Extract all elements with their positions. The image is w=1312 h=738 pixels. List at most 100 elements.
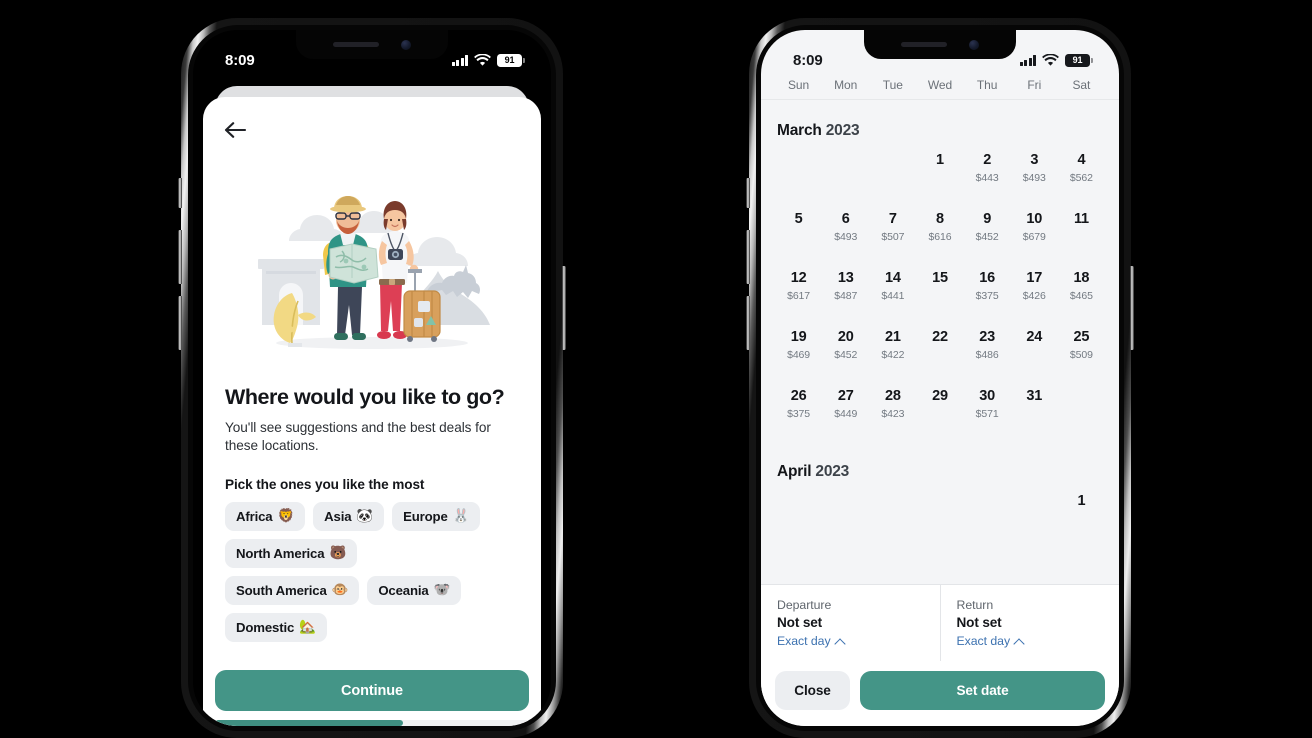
calendar-day-number: 7 <box>888 211 897 227</box>
calendar-day-price: $452 <box>975 230 999 243</box>
calendar-day-number: 25 <box>1073 329 1090 345</box>
calendar-day-cell[interactable]: 2 $443 <box>964 146 1011 205</box>
region-chip-label: Oceania <box>378 582 429 598</box>
calendar-day-number: 30 <box>979 388 995 404</box>
calendar-day-cell[interactable]: 24 <box>1011 323 1058 382</box>
weekday-label: Sat <box>1072 78 1091 92</box>
calendar-day-price: $562 <box>1069 171 1093 184</box>
calendar-day-cell[interactable]: 8 $616 <box>916 205 963 264</box>
month-grid: 1 <box>775 487 1105 546</box>
calendar-day-cell[interactable]: 28 $423 <box>869 382 916 441</box>
calendar-day-cell[interactable]: 17 $426 <box>1011 264 1058 323</box>
calendar-day-cell[interactable]: 11 <box>1058 205 1105 264</box>
volume-down-button[interactable] <box>178 296 182 350</box>
calendar-day-cell[interactable]: 4 $562 <box>1058 146 1105 205</box>
front-camera-icon <box>969 39 979 50</box>
calendar-day-number: 29 <box>932 388 948 404</box>
region-chip[interactable]: Oceania 🐨 <box>367 575 462 605</box>
month-title: April 2023 <box>775 441 1105 487</box>
calendar-day-number: 4 <box>1077 152 1086 168</box>
mute-switch[interactable] <box>178 178 182 208</box>
calendar-day-price: $423 <box>881 407 905 420</box>
calendar-day-number: 21 <box>884 329 901 345</box>
calendar-day-cell[interactable]: 15 <box>916 264 963 323</box>
action-bar: Close Set date <box>761 661 1119 726</box>
region-chip-label: Europe <box>403 508 448 524</box>
region-chip[interactable]: South America 🐵 <box>225 575 360 605</box>
back-arrow-icon[interactable] <box>223 119 249 141</box>
calendar-day-cell[interactable]: 7 $507 <box>869 205 916 264</box>
page-subtitle: You'll see suggestions and the best deal… <box>225 420 491 453</box>
calendar-day-number: 28 <box>884 388 901 404</box>
calendar-day-cell[interactable]: 1 <box>916 146 963 205</box>
calendar-day-number: 23 <box>979 329 995 345</box>
calendar-day-price: $375 <box>975 289 999 302</box>
calendar-day-price: $616 <box>928 230 952 243</box>
return-field[interactable]: Return Not set Exact day <box>939 585 1120 661</box>
calendar-day-cell[interactable]: 30 $571 <box>964 382 1011 441</box>
calendar-day-cell[interactable]: 9 $452 <box>964 205 1011 264</box>
calendar-day-cell[interactable]: 18 $465 <box>1058 264 1105 323</box>
region-chip-emoji: 🐻 <box>329 545 347 561</box>
mute-switch[interactable] <box>746 178 750 208</box>
calendar-day-price: $465 <box>1069 289 1093 302</box>
calendar-day-cell[interactable]: 5 <box>775 205 822 264</box>
calendar-day-cell[interactable]: 22 <box>916 323 963 382</box>
calendar-day-number: 3 <box>1030 152 1039 168</box>
calendar-day-cell[interactable]: 12 $617 <box>775 264 822 323</box>
calendar-day-cell[interactable]: 21 $422 <box>869 323 916 382</box>
calendar-day-price: $487 <box>834 289 858 302</box>
calendar-scroll-area[interactable]: March 2023 1 2 $443 3 $493 4 $562 5 6 $493 7 $507 8 $6… <box>761 100 1119 584</box>
continue-button[interactable]: Continue <box>215 670 529 711</box>
region-chip-list: Africa 🦁 Asia 🐼 Europe 🐰 North America 🐻 South A… <box>225 501 487 642</box>
region-chip[interactable]: Asia 🐼 <box>313 501 385 531</box>
volume-up-button[interactable] <box>178 230 182 284</box>
calendar-day-cell[interactable]: 6 $493 <box>822 205 869 264</box>
calendar-day-cell[interactable]: 29 <box>916 382 963 441</box>
region-chip[interactable]: Domestic 🏡 <box>225 612 327 642</box>
volume-up-button[interactable] <box>746 230 750 284</box>
calendar-day-cell[interactable]: 16 $375 <box>964 264 1011 323</box>
calendar-day-number: 10 <box>1026 211 1043 227</box>
month-name: March <box>777 122 822 139</box>
calendar-day-cell[interactable]: 25 $509 <box>1058 323 1105 382</box>
calendar-day-cell[interactable]: 31 <box>1011 382 1058 441</box>
pick-label: Pick the ones you like the most <box>225 476 425 492</box>
departure-field[interactable]: Departure Not set Exact day <box>761 585 940 661</box>
weekday-label: Wed <box>927 78 953 92</box>
calendar-day-cell[interactable]: 1 <box>1058 487 1105 546</box>
volume-down-button[interactable] <box>746 296 750 350</box>
power-button[interactable] <box>562 266 566 350</box>
departure-label: Departure <box>777 598 832 612</box>
calendar-day-cell[interactable]: 23 $486 <box>964 323 1011 382</box>
calendar-day-cell[interactable]: 27 $449 <box>822 382 869 441</box>
wifi-icon <box>1042 53 1059 66</box>
calendar-day-number: 6 <box>841 211 850 227</box>
calendar-day-number: 9 <box>983 211 992 227</box>
page-title: Where would you like to go? <box>225 385 505 409</box>
calendar-day-price: $507 <box>881 230 905 243</box>
onboarding-card: Where would you like to go? You'll see s… <box>203 97 541 726</box>
region-chip[interactable]: Europe 🐰 <box>392 501 481 531</box>
calendar-day-cell[interactable]: 26 $375 <box>775 382 822 441</box>
calendar-day-cell[interactable]: 3 $493 <box>1011 146 1058 205</box>
calendar-day-cell[interactable]: 19 $469 <box>775 323 822 382</box>
calendar-day-cell[interactable]: 20 $452 <box>822 323 869 382</box>
calendar-day-cell[interactable]: 14 $441 <box>869 264 916 323</box>
calendar-day-price: $441 <box>881 289 905 302</box>
departure-exact-day-toggle[interactable]: Exact day <box>777 634 845 648</box>
calendar-day-number: 1 <box>1077 493 1086 509</box>
power-button[interactable] <box>1130 266 1134 350</box>
calendar-day-price: $571 <box>975 407 999 420</box>
region-chip[interactable]: North America 🐻 <box>225 538 358 568</box>
calendar-day-cell[interactable]: 13 $487 <box>822 264 869 323</box>
calendar-day-price: $449 <box>834 407 858 420</box>
region-chip[interactable]: Africa 🦁 <box>225 501 306 531</box>
month-grid: 1 2 $443 3 $493 4 $562 5 6 $493 7 $507 8 $616 9 $452 10 $… <box>775 146 1105 441</box>
set-date-button[interactable]: Set date <box>860 671 1105 710</box>
return-exact-day-toggle[interactable]: Exact day <box>957 634 1025 648</box>
battery-icon: 91 <box>1065 53 1093 67</box>
close-button[interactable]: Close <box>775 671 850 710</box>
calendar-day-price: $452 <box>834 348 858 361</box>
calendar-day-cell[interactable]: 10 $679 <box>1011 205 1058 264</box>
